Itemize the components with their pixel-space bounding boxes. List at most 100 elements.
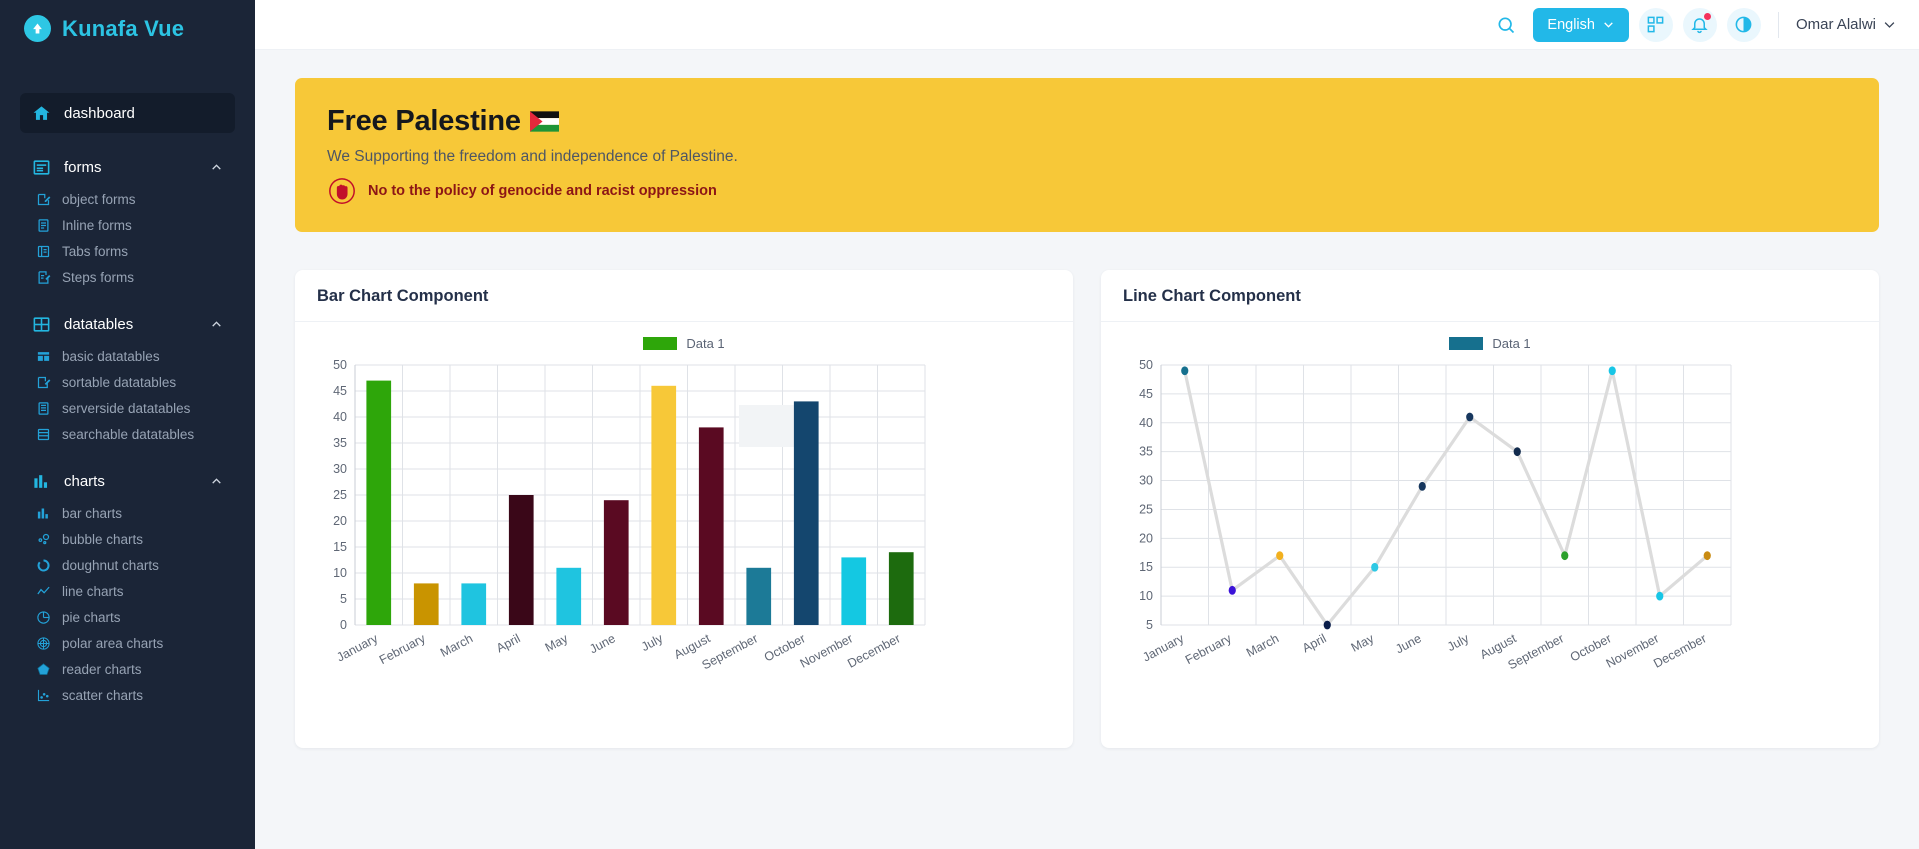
sidebar-item-serverside-datatables[interactable]: serverside datatables bbox=[20, 395, 235, 421]
apps-grid-icon[interactable] bbox=[1638, 7, 1673, 42]
line-chart-plot[interactable]: 5 10 15 20 25 30 35 40 45 50 January February March A… bbox=[1119, 357, 1861, 707]
sidebar-item-label: dashboard bbox=[64, 104, 135, 122]
svg-text:20: 20 bbox=[1139, 531, 1153, 545]
sidebar-item-label: bar charts bbox=[62, 505, 123, 521]
tabs-doc-icon bbox=[36, 244, 51, 259]
bar-chart-body: Data 1 0 5 10 15 20 25 30 35 40 45 50 January Februa… bbox=[295, 322, 1073, 748]
sidebar-group-label: charts bbox=[64, 472, 105, 490]
bell-icon[interactable] bbox=[1682, 7, 1717, 42]
sidebar-item-bar-charts[interactable]: bar charts bbox=[20, 500, 235, 526]
bar-chart-legend[interactable]: Data 1 bbox=[313, 336, 1055, 351]
banner-note: No to the policy of genocide and racist … bbox=[327, 176, 1847, 206]
svg-text:March: March bbox=[1244, 631, 1281, 660]
up-arrow-circle-icon bbox=[24, 15, 51, 42]
main-area: English Omar Alalwi Free Palestine We Su… bbox=[255, 0, 1919, 849]
server-icon bbox=[36, 401, 51, 416]
svg-text:December: December bbox=[845, 631, 902, 670]
bar-chart-title: Bar Chart Component bbox=[295, 270, 1073, 322]
sidebar-item-sortable-datatables[interactable]: sortable datatables bbox=[20, 369, 235, 395]
sidebar-item-inline-forms[interactable]: Inline forms bbox=[20, 212, 235, 238]
line-chart-legend[interactable]: Data 1 bbox=[1119, 336, 1861, 351]
line-chart-icon bbox=[36, 584, 51, 599]
brand[interactable]: Kunafa Vue bbox=[0, 0, 255, 57]
chevron-up-icon[interactable] bbox=[210, 161, 223, 174]
sidebar-item-label: Inline forms bbox=[62, 217, 132, 233]
stop-hand-icon bbox=[327, 176, 357, 206]
page-title: Free Palestine bbox=[327, 105, 521, 137]
sidebar-item-object-forms[interactable]: object forms bbox=[20, 186, 235, 212]
sidebar-item-label: searchable datatables bbox=[62, 426, 195, 442]
svg-text:15: 15 bbox=[1139, 560, 1153, 574]
sidebar-item-polar-area-charts[interactable]: polar area charts bbox=[20, 630, 235, 656]
bar-chart-plot[interactable]: 0 5 10 15 20 25 30 35 40 45 50 January February March… bbox=[313, 357, 1055, 707]
sidebar-item-label: Tabs forms bbox=[62, 243, 129, 259]
app-root: Kunafa Vue dashboard forms object forms … bbox=[0, 0, 1919, 849]
table-icon bbox=[32, 315, 51, 334]
scatter-icon bbox=[36, 688, 51, 703]
svg-text:5: 5 bbox=[340, 592, 347, 606]
sidebar-item-bubble-charts[interactable]: bubble charts bbox=[20, 526, 235, 552]
line-chart-card: Line Chart Component Data 1 5 10 15 20 25 30 3… bbox=[1101, 270, 1879, 748]
banner-subtitle: We Supporting the freedom and independen… bbox=[327, 148, 738, 165]
sidebar-item-label: bubble charts bbox=[62, 531, 144, 547]
sidebar-group-datatables[interactable]: datatables bbox=[20, 305, 235, 343]
svg-text:February: February bbox=[377, 631, 428, 667]
radar-icon bbox=[36, 662, 51, 677]
svg-text:April: April bbox=[1300, 631, 1329, 655]
topbar-divider bbox=[1777, 11, 1779, 38]
svg-text:35: 35 bbox=[1139, 445, 1153, 459]
legend-swatch bbox=[1449, 337, 1484, 350]
svg-text:30: 30 bbox=[333, 462, 347, 476]
sidebar-item-steps-forms[interactable]: Steps forms bbox=[20, 264, 235, 290]
polar-icon bbox=[36, 636, 51, 651]
sort-icon bbox=[36, 375, 51, 390]
bar-chart-icon bbox=[36, 506, 51, 521]
user-menu[interactable]: Omar Alalwi bbox=[1796, 16, 1897, 33]
line-chart-title: Line Chart Component bbox=[1101, 270, 1879, 322]
sidebar-group-label: datatables bbox=[64, 315, 134, 333]
svg-text:35: 35 bbox=[333, 436, 347, 450]
pie-icon bbox=[36, 610, 51, 625]
svg-text:June: June bbox=[587, 631, 618, 656]
sidebar-item-label: object forms bbox=[62, 191, 136, 207]
chevron-up-icon[interactable] bbox=[210, 475, 223, 488]
sidebar-item-line-charts[interactable]: line charts bbox=[20, 578, 235, 604]
sidebar-item-label: Steps forms bbox=[62, 269, 135, 285]
sidebar-group-charts[interactable]: charts bbox=[20, 462, 235, 500]
svg-text:25: 25 bbox=[1139, 502, 1153, 516]
notification-badge bbox=[1703, 12, 1711, 20]
legend-label: Data 1 bbox=[686, 336, 725, 351]
page-content: Free Palestine We Supporting the freedom… bbox=[255, 50, 1919, 849]
sidebar-item-doughnut-charts[interactable]: doughnut charts bbox=[20, 552, 235, 578]
steps-doc-icon bbox=[36, 270, 51, 285]
legend-label: Data 1 bbox=[1492, 336, 1531, 351]
sidebar-item-searchable-datatables[interactable]: searchable datatables bbox=[20, 421, 235, 447]
svg-text:March: March bbox=[438, 631, 475, 660]
sidebar-item-label: reader charts bbox=[62, 661, 142, 677]
svg-text:25: 25 bbox=[333, 488, 347, 502]
chevron-up-icon[interactable] bbox=[210, 318, 223, 331]
svg-text:May: May bbox=[1349, 631, 1377, 655]
svg-text:January: January bbox=[1140, 631, 1186, 665]
language-selector[interactable]: English bbox=[1533, 7, 1629, 42]
sidebar-item-basic-datatables[interactable]: basic datatables bbox=[20, 343, 235, 369]
sidebar-item-pie-charts[interactable]: pie charts bbox=[20, 604, 235, 630]
sidebar-item-scatter-charts[interactable]: scatter charts bbox=[20, 682, 235, 708]
doughnut-icon bbox=[36, 558, 51, 573]
svg-text:40: 40 bbox=[333, 410, 347, 424]
contrast-circle-icon[interactable] bbox=[1726, 7, 1761, 42]
grid-icon bbox=[36, 349, 51, 364]
sidebar-item-reader-charts[interactable]: reader charts bbox=[20, 656, 235, 682]
sidebar: Kunafa Vue dashboard forms object forms … bbox=[0, 0, 255, 849]
palestine-flag-icon bbox=[529, 111, 559, 132]
sidebar-group-forms[interactable]: forms bbox=[20, 148, 235, 186]
sidebar-item-label: polar area charts bbox=[62, 635, 164, 651]
svg-text:February: February bbox=[1183, 631, 1234, 667]
search-icon[interactable] bbox=[1489, 8, 1523, 42]
banner-title-row: Free Palestine bbox=[327, 105, 1847, 138]
svg-text:50: 50 bbox=[1139, 358, 1153, 372]
sidebar-item-tabs-forms[interactable]: Tabs forms bbox=[20, 238, 235, 264]
svg-text:April: April bbox=[494, 631, 523, 655]
sidebar-item-dashboard[interactable]: dashboard bbox=[20, 93, 235, 133]
sidebar-nav: dashboard forms object forms Inline form… bbox=[0, 93, 255, 708]
